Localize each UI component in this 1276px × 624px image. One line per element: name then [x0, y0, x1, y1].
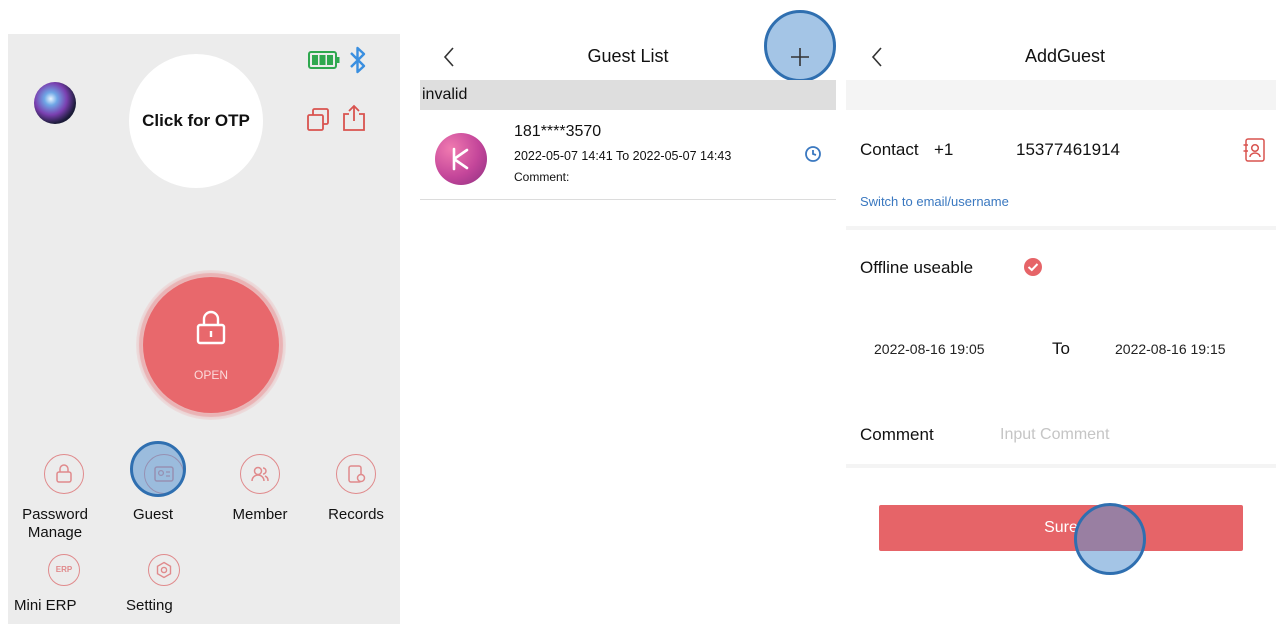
add-icon[interactable] [790, 47, 810, 67]
menu-password-manage[interactable] [34, 454, 94, 494]
menu-records[interactable] [326, 454, 386, 494]
lock-icon [44, 454, 84, 494]
share-icon[interactable] [341, 104, 367, 132]
menu-records-label: Records [328, 506, 384, 523]
tap-indicator [1074, 503, 1146, 575]
section-header [420, 80, 836, 110]
open-label: OPEN [193, 368, 228, 382]
comment-input[interactable]: Input Comment [1000, 426, 1109, 444]
guest-period: 2022-05-07 14:41 To 2022-05-07 14:43 [514, 149, 732, 163]
end-time-field[interactable]: 2022-08-16 19:15 [1115, 341, 1226, 357]
country-code[interactable]: +1 [934, 140, 953, 160]
otp-label: Click for OTP [142, 111, 250, 130]
clock-icon [805, 146, 821, 162]
home-screen: Click for OTP OPEN Password Manage Guest… [8, 34, 400, 624]
unlock-icon [196, 310, 226, 345]
sure-button[interactable]: Sure [879, 505, 1243, 551]
menu-mini-erp[interactable]: ERP [34, 554, 94, 586]
checked-icon[interactable] [1023, 257, 1043, 277]
section-label: invalid [422, 86, 468, 103]
tap-indicator [764, 10, 836, 82]
tap-indicator [130, 441, 186, 497]
bluetooth-icon [350, 46, 366, 74]
page-title: Guest List [587, 46, 669, 66]
menu-member[interactable] [230, 454, 290, 494]
menu-guest-label: Guest [132, 506, 174, 523]
page-title: AddGuest [1024, 46, 1106, 66]
menu-member-label: Member [232, 506, 288, 523]
to-label: To [1052, 339, 1070, 358]
member-icon [240, 454, 280, 494]
menu-setting[interactable] [134, 554, 194, 586]
contact-label: Contact [860, 140, 919, 159]
guest-list-screen: Guest List invalid 181****3570 2022-05-0… [420, 10, 836, 624]
phone-field[interactable]: 15377461914 [1016, 140, 1120, 160]
back-chevron-icon[interactable] [442, 46, 456, 68]
back-chevron-icon[interactable] [870, 46, 884, 68]
offline-label: Offline useable [860, 258, 974, 277]
menu-password-manage-label: Password Manage [22, 506, 88, 541]
start-time-field[interactable]: 2022-08-16 19:05 [874, 341, 985, 357]
gear-icon [148, 554, 180, 586]
guest-phone: 181****3570 [514, 123, 602, 140]
erp-icon: ERP [48, 554, 80, 586]
contacts-book-icon[interactable] [1242, 137, 1266, 163]
divider [420, 199, 836, 200]
comment-label: Comment [860, 425, 934, 444]
otp-button[interactable]: Click for OTP [129, 54, 263, 188]
avatar [435, 133, 487, 185]
records-icon [336, 454, 376, 494]
menu-mini-erp-label: Mini ERP [14, 597, 77, 614]
svg-text:ERP: ERP [56, 565, 73, 574]
switch-email-link[interactable]: Switch to email/username [860, 194, 1009, 209]
copy-icon[interactable] [306, 107, 330, 133]
menu-setting-label: Setting [126, 597, 173, 614]
guest-comment: Comment: [514, 170, 570, 184]
add-guest-screen: AddGuest Contact +1 15377461914 Switch t… [846, 34, 1276, 624]
battery-icon [308, 51, 340, 69]
sure-label: Sure [1044, 519, 1078, 536]
siri-icon[interactable] [34, 82, 76, 124]
